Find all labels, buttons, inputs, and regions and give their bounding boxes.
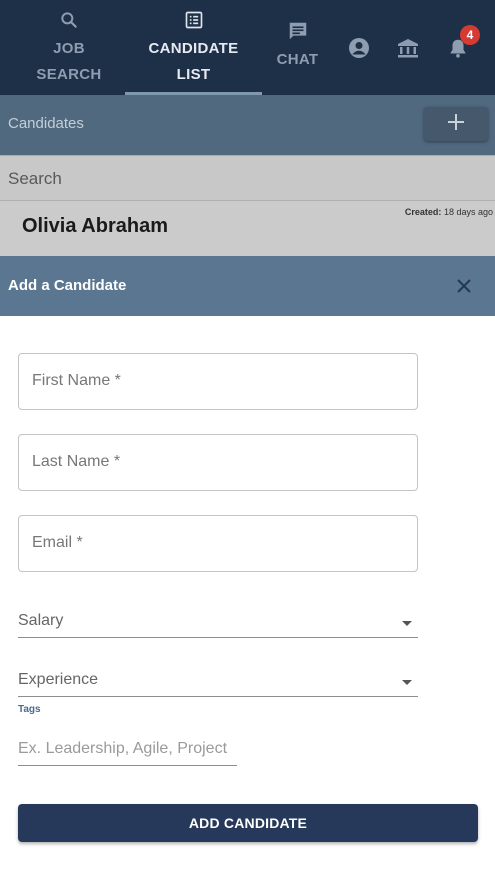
plus-icon (447, 113, 465, 136)
tab-chat-label: CHAT (276, 51, 319, 68)
experience-select[interactable]: Experience (18, 667, 418, 697)
dropdown-arrow-icon (402, 621, 412, 626)
top-navigation-bar: JOB SEARCH CANDIDATE LIST CHAT 4 (0, 0, 495, 95)
add-candidate-button[interactable] (424, 107, 488, 141)
candidates-title: Candidates (8, 115, 84, 132)
tab-job-search-label: JOB SEARCH (36, 40, 102, 83)
chat-icon (287, 20, 309, 42)
list-item[interactable]: Olivia Abraham Created: 18 days ago (0, 201, 495, 256)
search-input[interactable]: Search (0, 155, 495, 201)
experience-placeholder: Experience (18, 671, 99, 688)
email-placeholder: Email * (32, 534, 83, 551)
close-icon[interactable] (453, 275, 475, 297)
candidates-header: Candidates (0, 95, 495, 155)
salary-placeholder: Salary (18, 612, 64, 629)
candidate-created: Created: 18 days ago (404, 207, 493, 217)
last-name-field[interactable]: Last Name * (18, 434, 418, 491)
list-icon (184, 9, 204, 31)
tags-input[interactable]: Ex. Leadership, Agile, Project (18, 735, 237, 766)
last-name-placeholder: Last Name * (32, 453, 121, 470)
dialog-title: Add a Candidate (8, 277, 127, 294)
search-placeholder: Search (8, 169, 62, 188)
email-field[interactable]: Email * (18, 515, 418, 572)
add-candidate-dialog-header: Add a Candidate (0, 256, 495, 316)
salary-select[interactable]: Salary (18, 608, 418, 638)
account-circle-icon[interactable] (347, 36, 371, 60)
tab-chat[interactable]: CHAT (265, 0, 330, 95)
bank-icon[interactable] (396, 36, 420, 60)
tags-label: Tags (18, 704, 41, 715)
add-candidate-submit-button[interactable]: ADD CANDIDATE (18, 804, 478, 842)
tab-candidate-list-label: CANDIDATE LIST (148, 40, 239, 83)
tags-placeholder: Ex. Leadership, Agile, Project (18, 740, 228, 757)
search-icon (59, 9, 79, 31)
tab-candidate-list[interactable]: CANDIDATE LIST (125, 0, 262, 95)
first-name-placeholder: First Name * (32, 372, 121, 389)
first-name-field[interactable]: First Name * (18, 353, 418, 410)
candidate-name: Olivia Abraham (22, 215, 168, 237)
notification-badge: 4 (460, 25, 480, 45)
tab-job-search[interactable]: JOB SEARCH (14, 0, 124, 95)
dropdown-arrow-icon (402, 680, 412, 685)
